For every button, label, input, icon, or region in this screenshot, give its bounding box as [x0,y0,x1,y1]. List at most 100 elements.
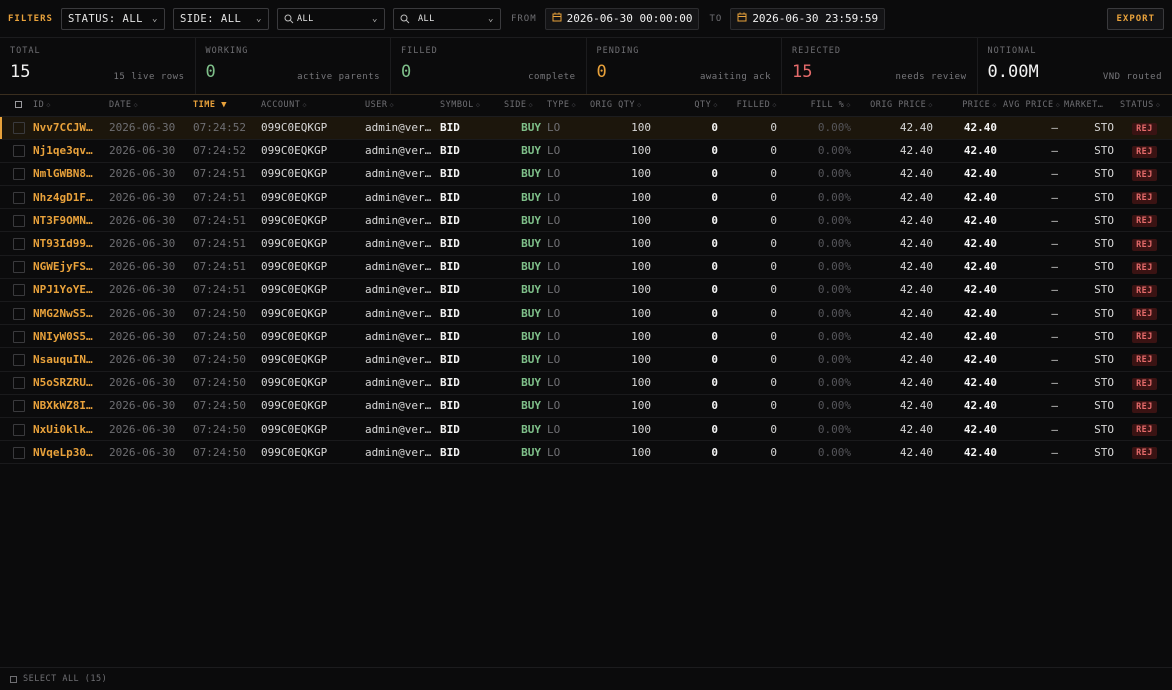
cell-id-value[interactable]: NmlGWBN8… [33,167,93,180]
cell-id-value[interactable]: NGWEjyFS… [33,260,93,273]
column-header-orig-qty[interactable]: ORIG QTY ◇ [587,95,654,117]
column-header-id[interactable]: ID ◇ [30,95,106,117]
table-row[interactable]: NBXkWZ8I… 2026-06-30 07:24:50 099C0EQKGP adm… [0,394,1172,418]
cell-id: Nj1qe3qv… [30,139,106,162]
cell-date: 2026-06-30 [106,139,190,162]
row-checkbox[interactable] [13,330,25,343]
column-header-price[interactable]: PRICE ◇ [936,95,1000,117]
column-header-type[interactable]: TYPE ◇ [544,95,587,117]
cell-type-value: LO [547,329,561,343]
cell-orig-price: 42.40 [854,278,936,301]
row-checkbox[interactable] [13,353,25,366]
cell-id-value[interactable]: NBXkWZ8I… [33,399,93,412]
row-checkbox[interactable] [13,307,25,320]
table-row[interactable]: NVqeLp30… 2026-06-30 07:24:50 099C0EQKGP adm… [0,441,1172,464]
cell-orig-qty: 100 [587,441,654,464]
column-header-filled[interactable]: FILLED ◇ [721,95,780,117]
cell-price: 42.40 [936,162,1000,185]
export-button[interactable]: EXPORT [1107,7,1164,30]
from-date-field[interactable]: 2026-06-30 00:00:00 [544,7,700,30]
column-header-account[interactable]: ACCOUNT ◇ [258,95,362,117]
cell-time-value: 07:24:50 [193,352,246,366]
cell-id-value[interactable]: NVqeLp30… [33,446,93,459]
row-checkbox[interactable] [13,423,25,436]
cell-side: BUY [501,348,544,371]
row-checkbox[interactable] [13,122,25,135]
status-filter-select[interactable]: STATUS: ALL ⌄ [60,7,165,30]
cell-time-value: 07:24:50 [193,422,246,436]
row-checkbox[interactable] [13,377,25,390]
symbol-search-select[interactable]: ALL ⌄ [392,7,501,30]
side-filter-select[interactable]: SIDE: ALL ⌄ [172,7,269,30]
column-header-qty[interactable]: QTY ◇ [654,95,721,117]
table-row[interactable]: NxUi0klk… 2026-06-30 07:24:50 099C0EQKGP adm… [0,417,1172,441]
cell-id-value[interactable]: N5oSRZRU… [33,376,93,389]
table-row[interactable]: NmlGWBN8… 2026-06-30 07:24:51 099C0EQKGP adm… [0,162,1172,186]
table-row[interactable]: Nvv7CCJW… 2026-06-30 07:24:52 099C0EQKGP adm… [0,116,1172,140]
cell-id-value[interactable]: Nj1qe3qv… [33,144,93,157]
cell-id-value[interactable]: NT3F9OMN… [33,214,93,227]
cell-id-value[interactable]: Nhz4gD1F… [33,191,93,204]
column-header-time[interactable]: TIME ▼ [190,95,258,117]
row-checkbox[interactable] [13,191,25,204]
cell-orig-price-value: 42.40 [899,237,933,251]
column-header-avg-price[interactable]: AVG PRICE ◇ [1000,95,1061,117]
cell-id-value[interactable]: Nvv7CCJW… [33,121,93,134]
cell-id-value[interactable]: NsauquIN… [33,353,93,366]
select-all-label[interactable]: SELECT ALL (15) [23,674,107,684]
cell-time: 07:24:51 [190,255,258,278]
table-row[interactable]: NMG2NwS5… 2026-06-30 07:24:50 099C0EQKGP adm… [0,302,1172,325]
row-checkbox[interactable] [13,400,25,413]
column-header-symbol[interactable]: SYMBOL ◇ [437,95,501,117]
table-row[interactable]: NsauquIN… 2026-06-30 07:24:50 099C0EQKGP adm… [0,348,1172,372]
table-row[interactable]: Nj1qe3qv… 2026-06-30 07:24:52 099C0EQKGP adm… [0,139,1172,163]
select-all-header-checkbox[interactable] [0,95,30,117]
column-header-user[interactable]: USER ◇ [362,95,437,117]
cell-id-value[interactable]: NT93Id99… [33,237,93,250]
cell-account-value: 099C0EQKGP [261,121,328,135]
select-all-checkbox[interactable] [10,675,17,683]
to-date-field[interactable]: 2026-06-30 23:59:59 [730,7,886,30]
column-header-side[interactable]: SIDE ◇ [501,95,544,117]
cell-fill-pct: 0.00% [780,417,854,440]
row-checkbox[interactable] [13,168,25,181]
column-header-fill-pct[interactable]: FILL % ◇ [780,95,854,117]
cell-id-value[interactable]: NxUi0klk… [33,423,93,436]
column-header-status[interactable]: STATUS ◇ [1117,95,1172,117]
table-row[interactable]: NT3F9OMN… 2026-06-30 07:24:51 099C0EQKGP adm… [0,209,1172,232]
cell-orig-price-value: 42.40 [899,190,933,204]
sort-icon: ◇ [302,101,308,110]
column-header-market[interactable]: MARKET… [1061,95,1117,117]
row-checkbox[interactable] [13,214,25,227]
cell-type-value: LO [547,237,561,251]
account-search-select[interactable]: ALL ⌄ [276,7,385,30]
cell-orig-price-value: 42.40 [899,376,933,390]
cell-user: admin@ver… [362,255,437,278]
table-row[interactable]: NT93Id99… 2026-06-30 07:24:51 099C0EQKGP adm… [0,232,1172,256]
cell-side: BUY [501,232,544,255]
cell-id-value[interactable]: NMG2NwS5… [33,307,93,320]
table-row[interactable]: NNIyW0S5… 2026-06-30 07:24:50 099C0EQKGP adm… [0,325,1172,348]
column-header-orig-price[interactable]: ORIG PRICE ◇ [854,95,936,117]
cell-fill-pct-value: 0.00% [817,329,851,343]
row-checkbox[interactable] [13,145,25,158]
cell-market: STO [1061,116,1117,139]
cell-orig-price: 42.40 [854,186,936,209]
cell-id-value[interactable]: NPJ1YoYE… [33,283,93,296]
table-row[interactable]: NGWEjyFS… 2026-06-30 07:24:51 099C0EQKGP adm… [0,255,1172,279]
cell-id-value[interactable]: NNIyW0S5… [33,330,93,343]
cell-filled-value: 0 [770,376,777,390]
cell-avg-price-value: — [1051,445,1058,459]
row-checkbox[interactable] [13,284,25,297]
table-row[interactable]: Nhz4gD1F… 2026-06-30 07:24:51 099C0EQKGP adm… [0,186,1172,209]
cell-price-value: 42.40 [963,167,997,181]
row-checkbox[interactable] [13,238,25,251]
row-checkbox[interactable] [13,446,25,459]
table-row[interactable]: N5oSRZRU… 2026-06-30 07:24:50 099C0EQKGP adm… [0,371,1172,395]
cell-fill-pct-value: 0.00% [817,445,851,459]
row-checkbox[interactable] [13,261,25,274]
cell-orig-qty-value: 100 [631,167,651,181]
table-row[interactable]: NPJ1YoYE… 2026-06-30 07:24:51 099C0EQKGP adm… [0,278,1172,302]
cell-qty: 0 [654,417,721,440]
column-header-date[interactable]: DATE ◇ [106,95,190,117]
